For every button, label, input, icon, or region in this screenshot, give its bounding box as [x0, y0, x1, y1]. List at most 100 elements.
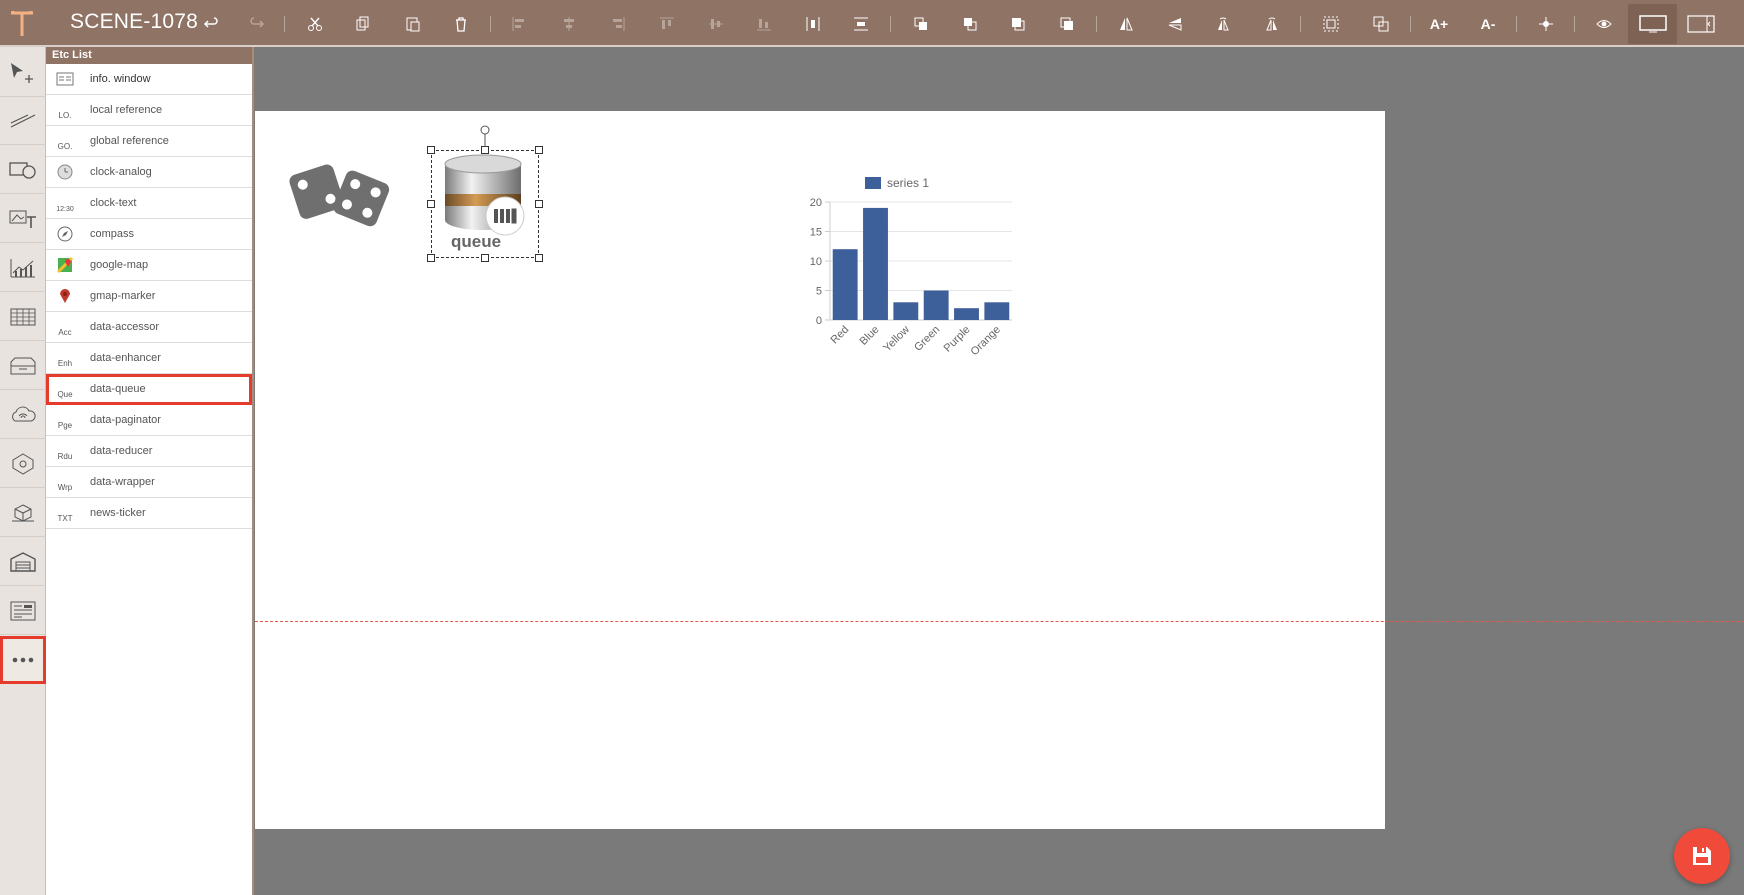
rail-table[interactable]	[0, 293, 46, 341]
local-reference-icon: LO.	[58, 111, 72, 120]
bring-to-front-icon[interactable]	[1005, 11, 1031, 37]
fit-icon[interactable]	[1533, 11, 1559, 37]
send-to-back-icon[interactable]	[1054, 11, 1080, 37]
rail-line[interactable]	[0, 97, 46, 145]
resize-handle-n[interactable]	[481, 146, 489, 154]
legend-swatch	[865, 177, 881, 189]
bar-orange[interactable]	[984, 302, 1010, 320]
list-item-info-window[interactable]: info. window	[46, 64, 252, 95]
list-item-data-enhancer[interactable]: Enh data-enhancer	[46, 343, 252, 374]
list-item-data-paginator[interactable]: Pge data-paginator	[46, 405, 252, 436]
cut-icon[interactable]	[302, 11, 328, 37]
list-item-data-wrapper[interactable]: Wrp data-wrapper	[46, 467, 252, 498]
bar-yellow[interactable]	[893, 302, 919, 320]
list-item-label: data-reducer	[90, 445, 153, 457]
copy-icon[interactable]	[350, 11, 376, 37]
list-item-label: data-accessor	[90, 321, 160, 333]
app-root: SCENE-1078 A+ A- Etc List info. window L…	[0, 0, 1744, 895]
container-icon	[10, 357, 36, 374]
rail-iot[interactable]	[0, 440, 46, 488]
list-item-news-ticker[interactable]: TXT news-ticker	[46, 498, 252, 529]
table-icon	[10, 308, 36, 325]
bar-blue[interactable]	[863, 207, 888, 320]
rail-chart[interactable]	[0, 244, 46, 292]
resize-handle-w[interactable]	[427, 200, 435, 208]
data-enhancer-icon: Enh	[57, 359, 73, 368]
rotate-handle[interactable]	[478, 125, 492, 147]
paste-icon[interactable]	[400, 11, 426, 37]
align-center-icon[interactable]	[556, 11, 582, 37]
send-backward-icon[interactable]	[957, 11, 983, 37]
resize-handle-e[interactable]	[535, 200, 543, 208]
rotate-left-icon[interactable]	[1210, 11, 1236, 37]
form-icon	[10, 601, 36, 620]
distribute-vertical-icon[interactable]	[848, 11, 874, 37]
rail-etc[interactable]	[0, 636, 46, 684]
align-left-icon[interactable]	[506, 11, 532, 37]
rail-select-move[interactable]	[0, 49, 46, 97]
align-right-icon[interactable]	[605, 11, 631, 37]
list-item-clock-analog[interactable]: clock-analog	[46, 157, 252, 188]
resize-handle-se[interactable]	[535, 254, 543, 262]
list-item-label: clock-text	[90, 197, 137, 209]
y-tick-label: 0	[816, 315, 822, 327]
delete-icon[interactable]	[448, 11, 474, 37]
align-middle-icon[interactable]	[703, 11, 729, 37]
list-item-global-reference[interactable]: GO. global reference	[46, 126, 252, 157]
font-decrease-button[interactable]: A-	[1475, 11, 1501, 37]
list-item-data-queue[interactable]: Que data-queue	[46, 374, 252, 405]
sidebar-toggle-icon[interactable]	[1687, 11, 1715, 37]
list-item-data-accessor[interactable]: Acc data-accessor	[46, 312, 252, 343]
font-increase-button[interactable]: A+	[1426, 11, 1452, 37]
flip-horizontal-icon[interactable]	[1113, 11, 1139, 37]
list-item-clock-text[interactable]: 12:30 clock-text	[46, 188, 252, 219]
bar-chart[interactable]: series 105101520Red Blue Yellow Green Purple…	[790, 172, 1020, 372]
rail-form[interactable]	[0, 587, 46, 635]
align-top-icon[interactable]	[654, 11, 680, 37]
list-item-label: data-wrapper	[90, 476, 155, 488]
bring-forward-icon[interactable]	[908, 11, 934, 37]
x-tick-label: Blue	[858, 324, 882, 348]
rail-image-text[interactable]	[0, 195, 46, 243]
list-item-gmap-marker[interactable]: gmap-marker	[46, 281, 252, 312]
clock-text-icon: 12:30	[56, 206, 74, 213]
resize-handle-nw[interactable]	[427, 146, 435, 154]
list-item-local-reference[interactable]: LO. local reference	[46, 95, 252, 126]
display-mode-icon[interactable]	[1639, 11, 1667, 37]
list-item-label: google-map	[90, 259, 149, 271]
rotate-right-icon[interactable]	[1259, 11, 1285, 37]
list-item-compass[interactable]: compass	[46, 219, 252, 250]
y-tick-label: 20	[810, 197, 822, 209]
ungroup-icon[interactable]	[1368, 11, 1394, 37]
flip-vertical-icon[interactable]	[1162, 11, 1188, 37]
rail-container[interactable]	[0, 342, 46, 390]
line-icon	[10, 113, 36, 128]
save-button[interactable]	[1674, 828, 1730, 884]
rail-cloud[interactable]	[0, 391, 46, 439]
rail-shapes[interactable]	[0, 146, 46, 194]
align-bottom-icon[interactable]	[751, 11, 777, 37]
preview-eye-icon[interactable]	[1591, 11, 1617, 37]
selection-box	[431, 150, 539, 258]
scene-title[interactable]: SCENE-1078	[70, 10, 198, 34]
list-item-label: global reference	[90, 135, 169, 147]
resize-handle-s[interactable]	[481, 254, 489, 262]
bar-red[interactable]	[832, 249, 858, 320]
rail-warehouse[interactable]	[0, 538, 46, 586]
data-queue-component[interactable]: queue	[427, 125, 543, 262]
redo-icon[interactable]	[244, 11, 270, 37]
list-item-google-map[interactable]: google-map	[46, 250, 252, 281]
group-icon[interactable]	[1318, 11, 1344, 37]
list-item-label: compass	[90, 228, 135, 240]
bar-purple[interactable]	[954, 308, 979, 320]
rail-3d[interactable]	[0, 489, 46, 537]
list-item-data-reducer[interactable]: Rdu data-reducer	[46, 436, 252, 467]
resize-handle-sw[interactable]	[427, 254, 435, 262]
etc-list-panel: Etc List info. window LO. local reference G…	[46, 47, 254, 895]
bar-green[interactable]	[923, 290, 949, 321]
distribute-horizontal-icon[interactable]	[800, 11, 826, 37]
dice-icon[interactable]	[288, 155, 393, 235]
resize-handle-ne[interactable]	[535, 146, 543, 154]
app-logo-icon[interactable]	[8, 8, 36, 40]
undo-icon[interactable]	[198, 11, 224, 37]
